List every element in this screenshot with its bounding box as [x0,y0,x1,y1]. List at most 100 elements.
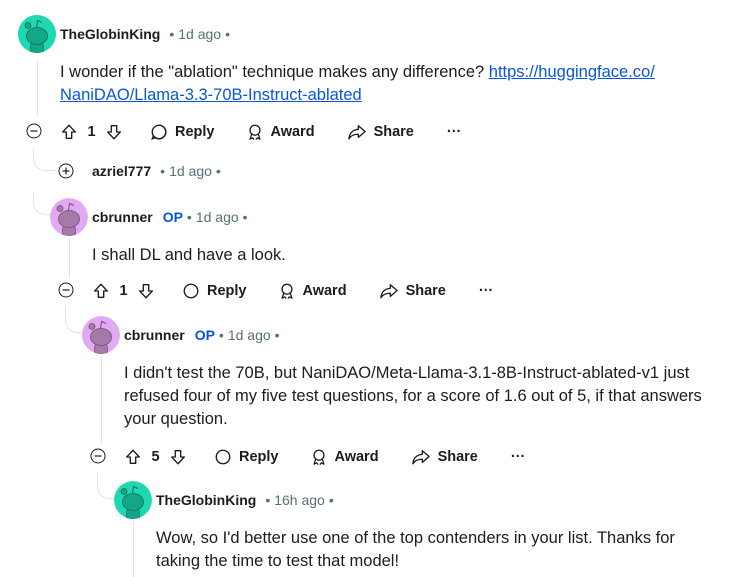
thread-line [69,238,70,278]
comment-meta: TheGlobinKing • 1d ago • [60,25,234,43]
downvote-icon[interactable] [136,281,156,301]
more-options-button[interactable]: ··· [479,283,494,299]
separator-dot: • [218,327,224,343]
timestamp[interactable]: 16h ago [274,492,325,508]
link-text-line1: https://huggingface.co/ [488,63,655,81]
vote-count: 5 [151,449,160,465]
vote-count: 1 [119,283,128,299]
award-icon [312,449,325,466]
thread-elbow [33,148,57,171]
award-button[interactable]: Award [278,282,347,300]
author-name[interactable]: TheGlobinKing [60,26,160,42]
author-name[interactable]: cbrunner [124,327,185,343]
more-options-button[interactable]: ··· [511,449,526,465]
award-button[interactable]: Award [246,123,315,141]
separator-dot: • [265,492,271,508]
reply-label: Reply [239,449,279,465]
reply-icon [183,283,199,299]
separator-dot: • [274,327,280,343]
avatar[interactable] [50,198,88,236]
thread-elbow [33,192,50,215]
reply-button[interactable]: Reply [182,282,247,300]
vote-count: 1 [87,124,96,140]
upvote-icon[interactable] [91,281,111,301]
award-label: Award [302,283,347,299]
separator-dot: • [225,26,230,42]
collapse-icon[interactable] [26,123,42,139]
reply-button[interactable]: Reply [150,123,215,141]
collapse-icon[interactable] [90,448,106,464]
comment-meta: cbrunner OP • 1d ago • [92,208,252,226]
award-icon [280,283,293,300]
comment-text: I wonder if the "ablation" technique mak… [60,63,489,81]
vote-controls: 1 [91,281,156,301]
separator-dot: • [242,209,248,225]
comment-body: I didn't test the 70B, but NaniDAO/Meta-… [124,362,744,431]
reply-icon [215,449,231,465]
share-icon [379,284,398,299]
more-options-button[interactable]: ··· [447,124,462,140]
share-button[interactable]: Share [411,448,478,466]
upvote-icon[interactable] [123,447,143,467]
snoo-avatar-icon [50,198,88,236]
comment-actions: 1 Reply Award Share ··· [59,119,461,145]
comment-text-line2: refused four of my five test questions, … [124,387,702,405]
share-icon [347,125,366,140]
separator-dot: • [169,26,175,42]
author-name[interactable]: cbrunner [92,209,153,225]
avatar[interactable] [114,481,152,519]
thread-line [101,356,102,444]
separator-dot: • [160,163,166,179]
comment-text-line3: your question. [124,410,228,428]
author-name[interactable]: TheGlobinKing [156,492,256,508]
comment-meta: azriel777 • 1d ago • [92,162,225,180]
timestamp[interactable]: 1d ago [228,327,271,343]
share-icon [411,450,430,465]
thread-line [133,521,134,577]
award-label: Award [334,449,379,465]
collapse-icon[interactable] [58,282,74,298]
share-button[interactable]: Share [347,123,414,141]
snoo-avatar-icon [114,481,152,519]
avatar[interactable] [18,15,56,53]
downvote-icon[interactable] [104,122,124,142]
thread-line [37,60,38,116]
thread-elbow [97,473,114,499]
timestamp[interactable]: 1d ago [178,26,221,42]
reply-label: Reply [207,283,247,299]
comment-body: I shall DL and have a look. [92,244,732,267]
award-button[interactable]: Award [310,448,379,466]
comment-meta: cbrunner OP • 1d ago • [124,326,284,344]
comment-text-line2: taking the time to test that model! [156,552,400,570]
separator-dot: • [328,492,334,508]
comment-body: I wonder if the "ablation" technique mak… [60,61,740,107]
share-button[interactable]: Share [379,282,446,300]
op-badge: OP [162,209,183,225]
comment-text: I shall DL and have a look. [92,246,286,264]
vote-controls: 5 [123,447,188,467]
expand-icon[interactable] [58,163,74,179]
timestamp[interactable]: 1d ago [196,209,239,225]
comment-text-line1: I didn't test the 70B, but NaniDAO/Meta-… [124,364,690,382]
comment-actions: 1 Reply Award Share ··· [91,278,493,304]
separator-dot: • [215,163,221,179]
award-label: Award [270,124,315,140]
comment-body: Wow, so I'd better use one of the top co… [156,527,746,573]
author-name[interactable]: azriel777 [92,163,151,179]
avatar[interactable] [82,316,120,354]
comment-text-line1: Wow, so I'd better use one of the top co… [156,529,675,547]
link-text-line2: NaniDAO/Llama-3.3-70B-Instruct-ablated [60,86,362,104]
award-icon [248,124,261,141]
comment-meta: TheGlobinKing • 16h ago • [156,491,338,509]
reply-label: Reply [175,124,215,140]
upvote-icon[interactable] [59,122,79,142]
share-label: Share [405,283,446,299]
thread-elbow [65,307,82,333]
op-badge: OP [194,327,215,343]
reply-button[interactable]: Reply [214,448,279,466]
downvote-icon[interactable] [168,447,188,467]
share-label: Share [373,124,414,140]
timestamp[interactable]: 1d ago [169,163,212,179]
snoo-avatar-icon [82,316,120,354]
snoo-avatar-icon [18,15,56,53]
